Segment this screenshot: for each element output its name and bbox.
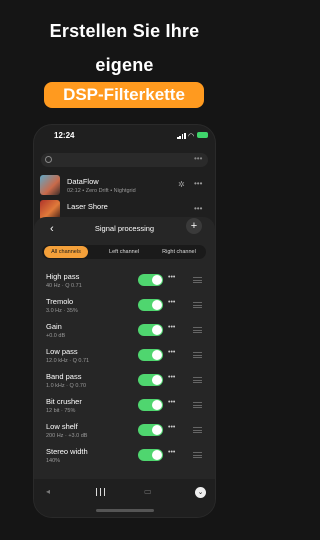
bottom-nav: ◂ ▭ ⌄ [34, 479, 215, 517]
effect-params: 1.0 kHz · Q 0.70 [46, 383, 87, 389]
phone-screen: 12:24 ◠ ••• DataFlow 02:12 • Zero Drift … [34, 125, 215, 517]
more-icon[interactable]: ••• [168, 374, 175, 381]
effect-name: Stereo width [46, 447, 88, 456]
headline-badge: DSP-Filterkette [44, 82, 204, 108]
drag-handle-icon[interactable] [193, 302, 202, 308]
effect-row[interactable]: Bit crusher 12 bit · 75% ••• [34, 397, 215, 421]
more-icon[interactable]: ••• [168, 274, 175, 281]
effect-name: Tremolo [46, 297, 74, 306]
headline-line-2: eigene [95, 55, 154, 75]
chevron-down-icon[interactable]: ⌄ [195, 487, 206, 498]
drag-handle-icon[interactable] [193, 427, 202, 433]
signal-processing-sheet: ‹ Signal processing + All channels Left … [34, 217, 215, 479]
effect-row[interactable]: Band pass 1.0 kHz · Q 0.70 ••• [34, 372, 215, 396]
effect-params: 140% [46, 458, 61, 464]
more-icon[interactable]: ••• [168, 324, 175, 331]
chat-icon[interactable]: ▭ [144, 487, 152, 496]
track-title: Laser Shore [67, 202, 108, 211]
effect-row[interactable]: Low pass 12.0 kHz · Q 0.71 ••• [34, 347, 215, 371]
triangle-left-icon[interactable]: ◂ [46, 487, 50, 496]
more-icon[interactable]: ••• [194, 204, 202, 213]
effect-row[interactable]: Gain +0.0 dB ••• [34, 322, 215, 346]
signal-icon [177, 133, 186, 139]
more-icon[interactable]: ••• [194, 154, 202, 163]
more-icon[interactable]: ••• [168, 299, 175, 306]
effect-name: Low pass [46, 347, 78, 356]
effect-params: 40 Hz · Q 0.71 [46, 283, 82, 289]
effect-params: 3.0 Hz · 35% [46, 308, 78, 314]
effect-toggle[interactable] [138, 299, 163, 311]
headline-line-1: Erstellen Sie Ihre [49, 21, 200, 41]
more-icon[interactable]: ••• [168, 399, 175, 406]
add-effect-button[interactable]: + [186, 218, 202, 234]
more-icon[interactable]: ••• [194, 179, 202, 188]
effect-row[interactable]: High pass 40 Hz · Q 0.71 ••• [34, 272, 215, 296]
effect-name: Gain [46, 322, 62, 331]
more-icon[interactable]: ••• [168, 349, 175, 356]
effect-params: +0.0 dB [46, 333, 66, 339]
wifi-icon: ◠ [188, 133, 195, 140]
drag-handle-icon[interactable] [193, 327, 202, 333]
promo-headline: Erstellen Sie Ihre eigene [0, 18, 249, 78]
battery-icon [197, 132, 208, 138]
effect-params: 12 bit · 75% [46, 408, 76, 414]
track-artwork [40, 175, 60, 195]
tab-left-channel[interactable]: Left channel [98, 246, 150, 258]
drag-handle-icon[interactable] [193, 277, 202, 283]
more-icon[interactable]: ••• [168, 424, 175, 431]
sliders-icon[interactable] [96, 488, 105, 496]
tab-all-channels[interactable]: All channels [44, 246, 88, 258]
plus-icon: + [190, 220, 198, 232]
effect-name: High pass [46, 272, 80, 281]
effect-toggle[interactable] [138, 449, 163, 461]
track-title: DataFlow [67, 177, 99, 186]
list-item[interactable]: DataFlow 02:12 • Zero Drift • Nightgrid … [40, 175, 209, 199]
status-bar: 12:24 ◠ [34, 125, 215, 145]
effect-toggle[interactable] [138, 349, 163, 361]
tab-right-channel[interactable]: Right channel [152, 246, 206, 258]
effect-row[interactable]: Tremolo 3.0 Hz · 35% ••• [34, 297, 215, 321]
effect-row[interactable]: Stereo width 140% ••• [34, 447, 215, 471]
effect-toggle[interactable] [138, 374, 163, 386]
home-indicator [96, 509, 154, 512]
effect-toggle[interactable] [138, 324, 163, 336]
more-icon[interactable]: ••• [168, 449, 175, 456]
drag-handle-icon[interactable] [193, 452, 202, 458]
effect-row[interactable]: Low shelf 200 Hz · +3.0 dB ••• [34, 422, 215, 446]
drag-handle-icon[interactable] [193, 352, 202, 358]
effect-params: 12.0 kHz · Q 0.71 [46, 358, 90, 364]
drag-handle-icon[interactable] [193, 402, 202, 408]
drag-handle-icon[interactable] [193, 377, 202, 383]
channel-tabs: All channels Left channel Right channel [42, 245, 206, 259]
effect-name: Band pass [46, 372, 82, 381]
status-time: 12:24 [54, 131, 75, 140]
effect-toggle[interactable] [138, 274, 163, 286]
search-input[interactable] [41, 153, 208, 167]
effect-name: Bit crusher [46, 397, 82, 406]
effect-name: Low shelf [46, 422, 78, 431]
gear-icon[interactable]: ✲ [178, 180, 185, 189]
effect-toggle[interactable] [138, 424, 163, 436]
track-meta: 02:12 • Zero Drift • Nightgrid [67, 188, 136, 194]
effect-toggle[interactable] [138, 399, 163, 411]
search-icon [45, 156, 52, 163]
effect-params: 200 Hz · +3.0 dB [46, 433, 88, 439]
